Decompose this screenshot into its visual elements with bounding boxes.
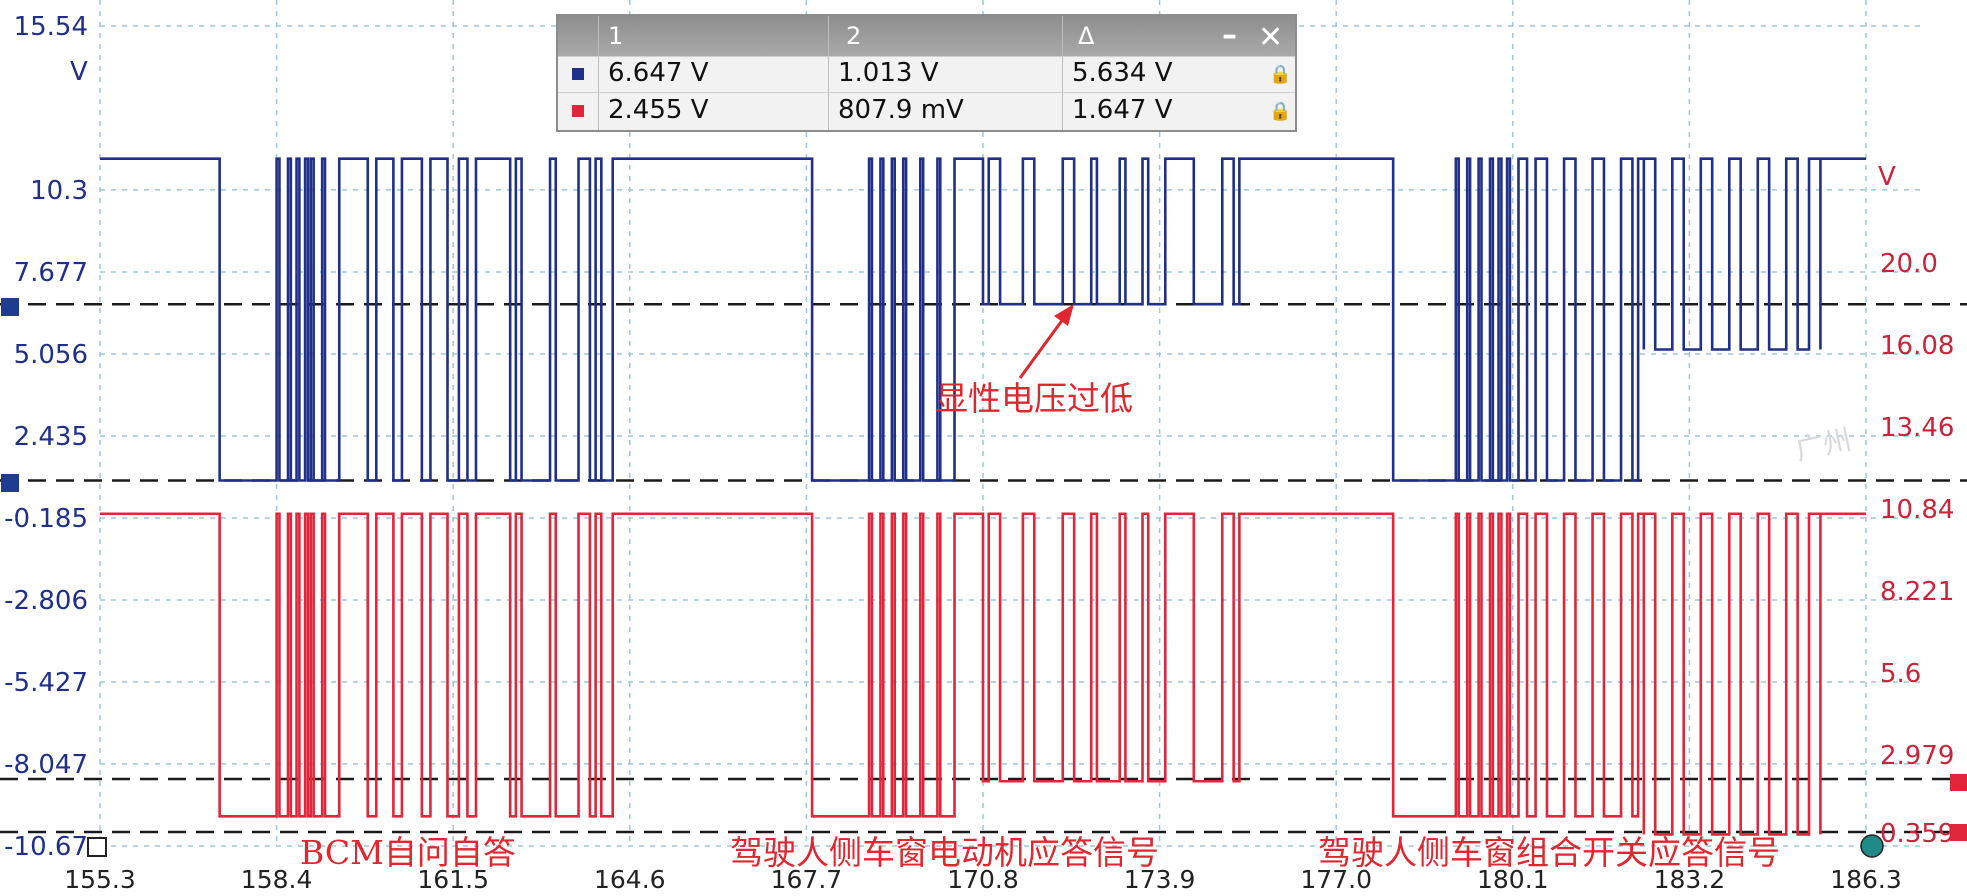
segment-label-switch: 驾驶人侧车窗组合开关应答信号 bbox=[1318, 833, 1780, 872]
left-tick-label: 15.54 bbox=[14, 12, 88, 42]
row1-cursor-2-value: 1.013 V bbox=[838, 58, 939, 88]
x-tick-label: 155.3 bbox=[64, 865, 136, 894]
right-tick-label: 10.84 bbox=[1880, 495, 1954, 525]
left-axis-unit: V bbox=[70, 57, 88, 87]
measurement-panel[interactable]: 1 2 Δ – ✕ 6.647 V 1.013 V 5.634 V 🔒 2.45… bbox=[556, 14, 1297, 132]
left-tick-label: -0.185 bbox=[4, 504, 88, 534]
header-cursor-1: 1 bbox=[608, 22, 624, 50]
row1-delta-value: 5.634 V bbox=[1072, 58, 1173, 88]
measurement-header[interactable] bbox=[558, 16, 1295, 56]
cursor-2-marker-right[interactable] bbox=[1950, 824, 1967, 841]
close-icon[interactable]: ✕ bbox=[1258, 20, 1283, 55]
right-axis-unit: V bbox=[1878, 162, 1896, 192]
annotation-label: 显性电压过低 bbox=[935, 379, 1133, 418]
right-tick-label: 13.46 bbox=[1880, 413, 1954, 443]
lock-icon[interactable]: 🔒 bbox=[1269, 101, 1291, 122]
channel-a-swatch bbox=[572, 68, 584, 80]
header-delta: Δ bbox=[1078, 22, 1095, 50]
right-tick-label: 5.6 bbox=[1880, 659, 1921, 689]
row1-cursor-1-value: 6.647 V bbox=[608, 58, 709, 88]
oscilloscope-chart: 15.54 10.3 7.677 5.056 2.435 -0.185 -2.806 -5.4… bbox=[0, 0, 1967, 896]
row2-cursor-2-value: 807.9 mV bbox=[838, 95, 964, 125]
left-tick-label: -5.427 bbox=[4, 668, 88, 698]
left-tick-label: -10.67 bbox=[4, 832, 88, 862]
lock-icon[interactable]: 🔒 bbox=[1269, 64, 1291, 85]
left-tick-label: 5.056 bbox=[14, 340, 88, 370]
cursor-2-marker-left[interactable] bbox=[1, 474, 19, 492]
header-cursor-2: 2 bbox=[846, 22, 862, 50]
right-tick-label: 0.359 bbox=[1880, 819, 1954, 849]
left-tick-label: -2.806 bbox=[4, 586, 88, 616]
time-marker-end[interactable] bbox=[1860, 834, 1884, 858]
right-tick-label: 16.08 bbox=[1880, 331, 1954, 361]
cursor-1-marker-left[interactable] bbox=[1, 298, 19, 316]
left-tick-label: 10.3 bbox=[30, 176, 88, 206]
x-tick-label: 164.6 bbox=[594, 865, 666, 894]
cursor-1-marker-right[interactable] bbox=[1950, 774, 1967, 791]
row2-delta-value: 1.647 V bbox=[1072, 95, 1173, 125]
x-tick-label: 186.3 bbox=[1830, 865, 1902, 894]
right-tick-label: 8.221 bbox=[1880, 577, 1954, 607]
left-tick-label: -8.047 bbox=[4, 750, 88, 780]
right-tick-label: 20.0 bbox=[1880, 249, 1938, 279]
segment-label-motor: 驾驶人侧车窗电动机应答信号 bbox=[730, 833, 1159, 872]
row2-cursor-1-value: 2.455 V bbox=[608, 95, 709, 125]
right-tick-label: 2.979 bbox=[1880, 741, 1954, 771]
segment-label-bcm: BCM自问自答 bbox=[300, 833, 516, 872]
channel-b-swatch bbox=[572, 105, 584, 117]
time-marker-start[interactable] bbox=[87, 837, 107, 857]
left-tick-label: 7.677 bbox=[14, 258, 88, 288]
left-tick-label: 2.435 bbox=[14, 422, 88, 452]
minimize-icon[interactable]: – bbox=[1222, 18, 1237, 53]
